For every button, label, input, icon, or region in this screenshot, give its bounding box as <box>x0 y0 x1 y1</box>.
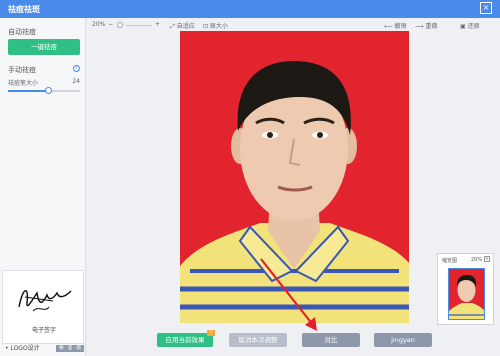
thumbnail-image <box>448 268 485 320</box>
thumbnail-label: 缩览图 <box>442 258 458 264</box>
auto-acne-section-title: 自动祛痘 <box>8 28 36 36</box>
watermark-text: jingyan <box>374 333 432 347</box>
signature-caption: 电子签字 <box>31 327 56 334</box>
undo-button[interactable]: ⟵ 撤销 <box>384 21 407 30</box>
compare-button[interactable]: 对比 <box>302 333 360 347</box>
zoom-slider-thumb[interactable] <box>117 22 123 28</box>
logo-style-tags[interactable]: 横 · 竖 · 圆 <box>56 345 84 352</box>
title-bar: 祛痘祛斑 × <box>0 0 500 18</box>
original-size-button[interactable]: ⊡ 原大小 <box>203 21 228 30</box>
help-icon[interactable]: ? <box>73 65 80 72</box>
brush-slider-thumb[interactable] <box>44 87 52 94</box>
zoom-out-button[interactable]: − <box>108 21 113 28</box>
thumbnail-navigator[interactable]: 缩览图 20% × <box>437 253 494 325</box>
brush-slider-fill <box>8 90 48 92</box>
logo-design-link[interactable]: • LOGO设计 <box>5 343 40 352</box>
window-title: 祛痘祛斑 <box>8 5 40 14</box>
zoom-in-button[interactable]: + <box>155 21 160 28</box>
logo-design-label: LOGO设计 <box>10 345 40 352</box>
restore-button[interactable]: ▣ 还原 <box>460 21 480 30</box>
apply-effect-button[interactable]: 应用当前效果 ? <box>157 330 215 347</box>
redo-button[interactable]: ⟶ 重做 <box>415 21 438 30</box>
fit-to-window-button[interactable]: ⤢ 自适应 <box>170 21 195 31</box>
annotation-arrow <box>260 258 317 331</box>
signature-image <box>18 290 72 312</box>
zoom-slider[interactable] <box>126 25 152 26</box>
thumbnail-close-icon[interactable]: × <box>484 256 490 262</box>
brush-size-slider[interactable] <box>8 87 80 94</box>
brush-size-label: 祛痘笔大小 <box>8 80 39 87</box>
apply-effect-label: 应用当前效果 <box>165 336 205 344</box>
close-icon[interactable]: × <box>480 2 492 14</box>
zoom-percent: 20% <box>92 21 106 28</box>
brush-size-row: 祛痘笔大小 24 <box>8 78 80 87</box>
cancel-adjustment-button[interactable]: 取消本次调整 <box>229 333 287 347</box>
canvas-toolbar: 20% − + ⤢ 自适应 ⊡ 原大小 ⟵ 撤销 ⟶ 重做 ▣ 还原 <box>86 18 500 32</box>
apply-help-badge: ? <box>207 330 215 336</box>
manual-acne-section-title: 手动祛痘 <box>8 66 36 74</box>
thumbnail-percent: 20% <box>471 257 483 263</box>
one-click-acne-button[interactable]: 一键祛痘 <box>8 39 80 55</box>
brush-size-value: 24 <box>72 78 80 85</box>
signature-card[interactable]: 电子签字 <box>2 270 84 344</box>
